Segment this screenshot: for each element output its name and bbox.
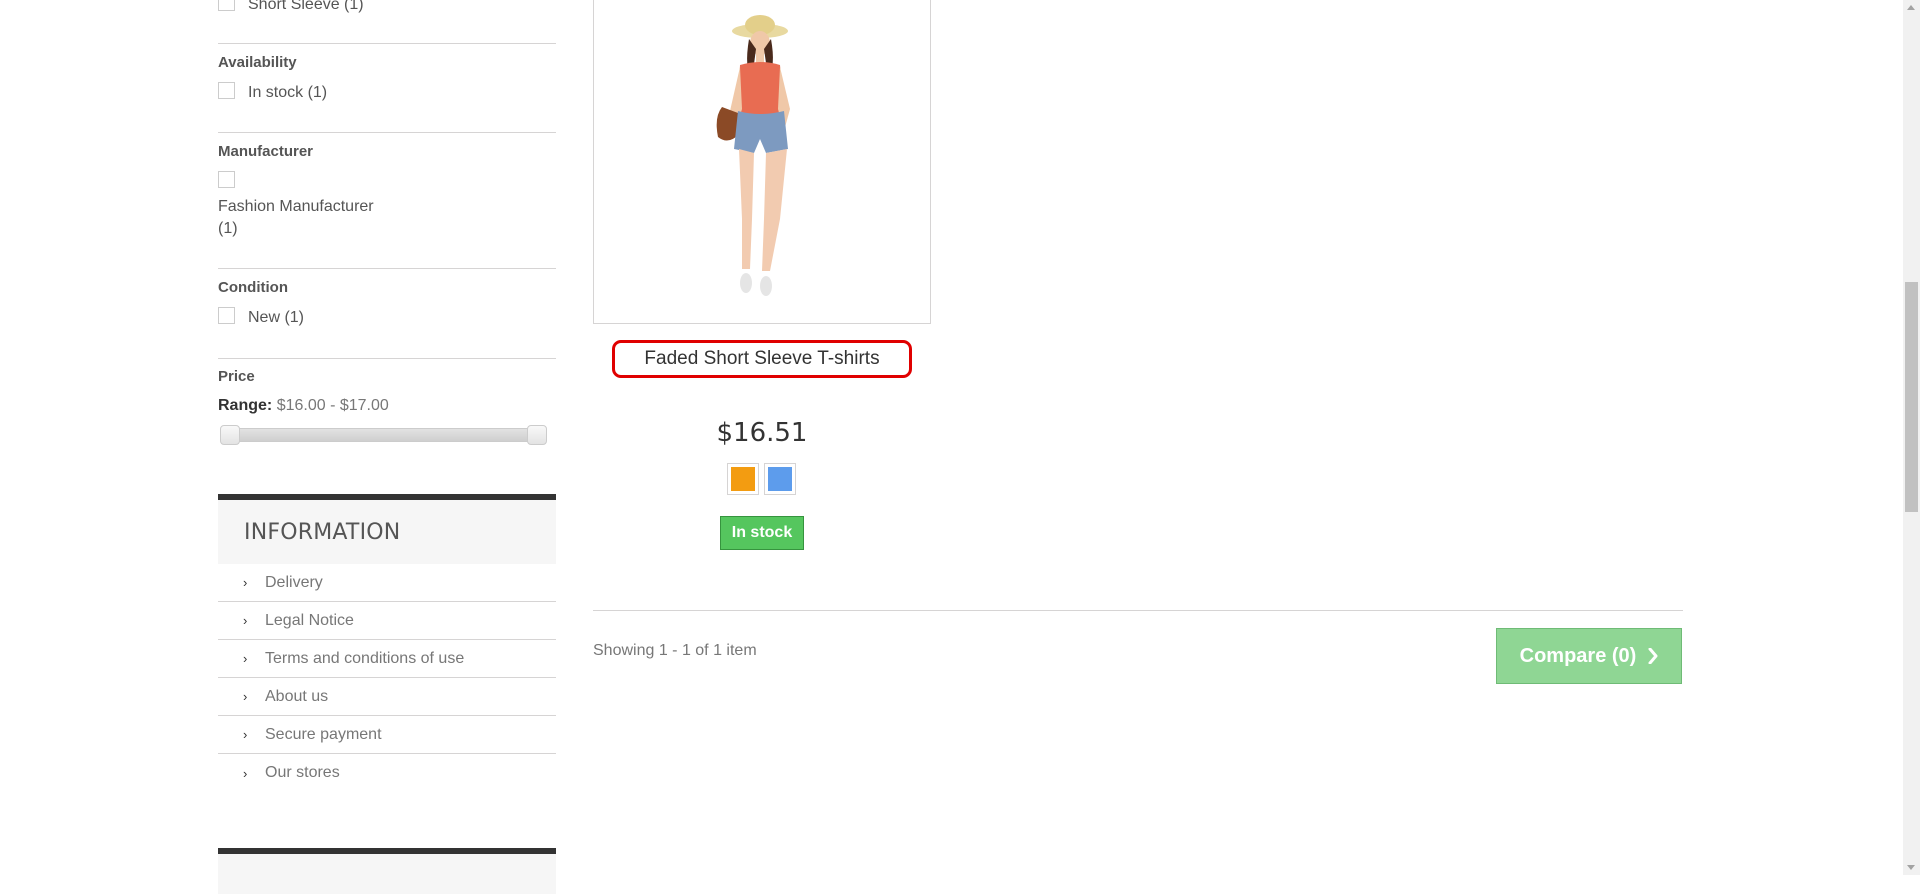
chevron-right-icon: › <box>243 613 248 628</box>
checkbox-short-sleeve[interactable] <box>218 0 235 11</box>
filter-availability: Availability In stock (1) <box>218 44 556 133</box>
scroll-up-arrow-icon[interactable] <box>1907 5 1915 10</box>
filter-option-in-stock[interactable]: In stock (1) <box>248 84 327 102</box>
filter-price: Price Range: $16.00 - $17.00 <box>218 359 556 459</box>
info-link-legal-notice[interactable]: › Legal Notice <box>218 602 556 640</box>
divider <box>593 610 1683 611</box>
chevron-right-icon: › <box>243 727 248 742</box>
filter-title-availability: Availability <box>218 54 297 71</box>
filter-style: Short Sleeve (1) <box>218 0 556 44</box>
checkbox-fashion-manufacturer[interactable] <box>218 171 235 188</box>
price-range-value: $16.00 - $17.00 <box>276 397 389 414</box>
next-sidebar-block <box>218 848 556 894</box>
info-link-about-us[interactable]: › About us <box>218 678 556 716</box>
chevron-right-icon: › <box>243 765 248 781</box>
info-link-our-stores[interactable]: › Our stores <box>218 754 556 792</box>
info-link-secure-payment[interactable]: › Secure payment <box>218 716 556 754</box>
product-name-highlight[interactable]: Faded Short Sleeve T-shirts <box>612 340 912 378</box>
filter-title-price: Price <box>218 368 255 385</box>
information-block: INFORMATION › Delivery › Legal Notice › Ter… <box>218 494 556 792</box>
page-scrollbar[interactable] <box>1903 0 1920 875</box>
price-range-label: Range: <box>218 397 273 414</box>
filter-manufacturer: Manufacturer Fashion Manufacturer (1) <box>218 133 556 269</box>
availability-badge: In stock <box>720 516 804 550</box>
chevron-right-icon <box>1648 648 1658 664</box>
chevron-right-icon: › <box>243 651 248 666</box>
color-swatch-orange[interactable] <box>727 463 759 495</box>
chevron-right-icon: › <box>243 575 248 590</box>
product-name-link[interactable]: Faded Short Sleeve T-shirts <box>644 348 879 370</box>
color-swatch-blue[interactable] <box>764 463 796 495</box>
product-price: $16.51 <box>716 418 808 448</box>
filter-option-fashion-manufacturer[interactable]: Fashion Manufacturer <box>218 198 374 216</box>
price-slider-max-handle[interactable] <box>527 425 547 445</box>
model-icon <box>716 15 790 296</box>
swatch-fill <box>768 467 792 491</box>
price-range: Range: $16.00 - $17.00 <box>218 397 389 415</box>
filter-title-condition: Condition <box>218 279 288 296</box>
price-slider-min-handle[interactable] <box>220 425 240 445</box>
compare-button[interactable]: Compare (0) <box>1496 628 1682 684</box>
info-link-delivery[interactable]: › Delivery <box>218 564 556 602</box>
filter-condition: Condition New (1) <box>218 269 556 359</box>
filter-option-short-sleeve[interactable]: Short Sleeve (1) <box>248 0 364 14</box>
product-image[interactable] <box>593 0 931 324</box>
product-count: Showing 1 - 1 of 1 item <box>593 642 757 659</box>
checkbox-new[interactable] <box>218 307 235 324</box>
scroll-down-arrow-icon[interactable] <box>1907 865 1915 870</box>
chevron-right-icon: › <box>243 689 248 704</box>
filter-title-manufacturer: Manufacturer <box>218 143 314 160</box>
checkbox-in-stock[interactable] <box>218 82 235 99</box>
info-link-terms[interactable]: › Terms and conditions of use <box>218 640 556 678</box>
filter-option-new[interactable]: New (1) <box>248 309 304 327</box>
price-slider-track[interactable] <box>222 428 546 442</box>
information-list: › Delivery › Legal Notice › Terms and condi… <box>218 564 556 792</box>
swatch-fill <box>731 467 755 491</box>
filter-option-fashion-manufacturer-count[interactable]: (1) <box>218 220 238 238</box>
layered-filters: Short Sleeve (1) Availability In stock (… <box>218 0 556 459</box>
compare-label: Compare (0) <box>1519 644 1637 667</box>
scrollbar-thumb[interactable] <box>1905 282 1918 512</box>
information-title: INFORMATION <box>218 494 556 564</box>
